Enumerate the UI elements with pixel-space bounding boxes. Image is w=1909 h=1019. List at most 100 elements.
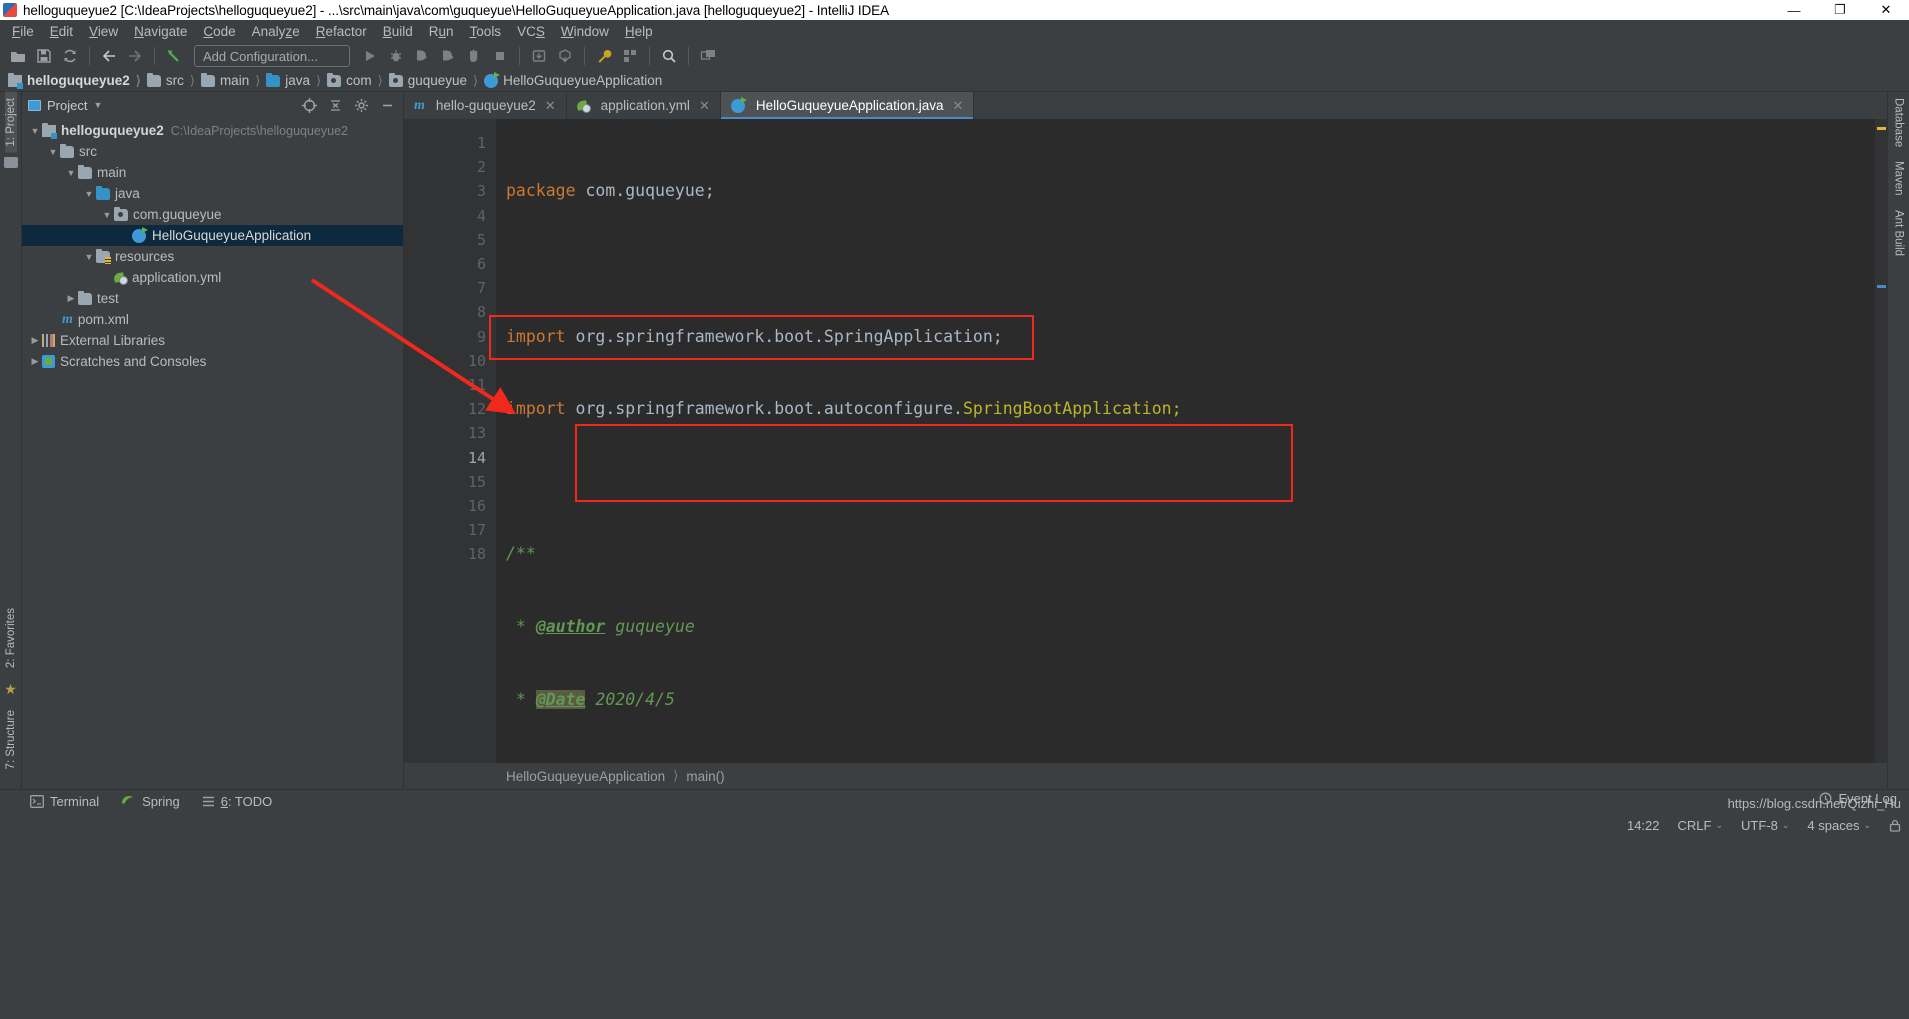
status-indent[interactable]: 4 spaces ⌄ — [1807, 818, 1871, 833]
expand-arrow-icon[interactable]: ▼ — [46, 147, 60, 157]
tab-close-icon[interactable]: ✕ — [699, 98, 710, 114]
menu-file[interactable]: File — [4, 22, 42, 41]
settings-wrench-icon[interactable] — [592, 44, 616, 68]
tree-item-test[interactable]: ▶ test — [22, 288, 403, 309]
editor-gutter[interactable]: 1 2 3 4 5 6 7 8 9 10 11 12 13 14 15 16 1… — [404, 119, 496, 763]
collapse-arrow-icon[interactable]: ▶ — [28, 356, 42, 367]
expand-arrow-icon[interactable]: ▼ — [82, 252, 96, 262]
profile-icon[interactable] — [436, 44, 460, 68]
code-editor[interactable]: 1 2 3 4 5 6 7 8 9 10 11 12 13 14 15 16 1… — [404, 119, 1887, 763]
breadcrumb-item-class[interactable]: HelloGuqueyueApplication — [484, 71, 662, 88]
expand-arrow-icon[interactable]: ▼ — [100, 210, 114, 220]
rail-tab-structure[interactable]: 7: Structure — [5, 704, 17, 775]
update-project-icon[interactable] — [527, 44, 551, 68]
toolbar-separator — [584, 47, 585, 65]
menu-analyze[interactable]: Analyze — [244, 22, 308, 41]
tree-item-application-yml[interactable]: application.yml — [22, 267, 403, 288]
commit-icon[interactable] — [553, 44, 577, 68]
tree-item-pom-xml[interactable]: m pom.xml — [22, 309, 403, 330]
tab-application-yml[interactable]: application.yml ✕ — [566, 92, 721, 119]
minimize-button[interactable]: — — [1771, 0, 1817, 20]
tab-close-icon[interactable]: ✕ — [952, 98, 963, 114]
menu-view[interactable]: View — [81, 22, 126, 41]
breadcrumb-item-com[interactable]: com ⟩ — [327, 72, 389, 89]
tree-item-main[interactable]: ▼ main — [22, 162, 403, 183]
close-button[interactable]: ✕ — [1863, 0, 1909, 20]
tool-window-todo[interactable]: 6: TODO — [202, 794, 272, 809]
rail-tab-project[interactable]: 1: Project — [4, 92, 17, 153]
tree-item-java[interactable]: ▼ java — [22, 183, 403, 204]
menu-refactor[interactable]: Refactor — [308, 22, 375, 41]
menu-navigate[interactable]: Navigate — [126, 22, 195, 41]
window-controls[interactable]: — ❐ ✕ — [1771, 0, 1909, 20]
tab-helloguqueyueapplication-java[interactable]: HelloGuqueyueApplication.java ✕ — [720, 92, 975, 119]
run-with-coverage-icon[interactable] — [410, 44, 434, 68]
rail-tab-maven[interactable]: Maven — [1893, 161, 1905, 196]
settings-gear-icon[interactable] — [351, 95, 371, 115]
tree-item-com-guqueyue[interactable]: ▼ com.guqueyue — [22, 204, 403, 225]
favorites-star-icon[interactable]: ★ — [4, 681, 17, 698]
maximize-button[interactable]: ❐ — [1817, 0, 1863, 20]
tree-item-external-libraries[interactable]: ▶ External Libraries — [22, 330, 403, 351]
open-project-icon[interactable] — [6, 44, 30, 68]
sync-refresh-icon[interactable] — [58, 44, 82, 68]
project-file-tree[interactable]: ▼ helloguqueyue2 C:\IdeaProjects\hellogu… — [22, 118, 403, 789]
breadcrumb-item-main[interactable]: main ⟩ — [200, 72, 266, 89]
project-structure-icon[interactable] — [618, 44, 642, 68]
run-icon[interactable] — [358, 44, 382, 68]
rail-tab-ant-build[interactable]: Ant Build — [1893, 210, 1905, 256]
tree-item-helloguqueyue2[interactable]: ▼ helloguqueyue2 C:\IdeaProjects\hellogu… — [22, 120, 403, 141]
breadcrumb-item-module[interactable]: helloguqueyue2 ⟩ — [8, 72, 147, 89]
rail-tab-database[interactable]: Database — [1893, 98, 1905, 147]
search-everywhere-icon[interactable] — [657, 44, 681, 68]
expand-arrow-icon[interactable]: ▼ — [28, 126, 42, 136]
breadcrumb-item-src[interactable]: src ⟩ — [146, 72, 201, 89]
last-edit-location-icon[interactable] — [162, 44, 186, 68]
code-text-area[interactable]: package com.guqueyue; import org.springf… — [496, 119, 1875, 763]
menu-build[interactable]: Build — [375, 22, 421, 41]
status-lock-icon[interactable] — [1889, 819, 1901, 832]
scroll-from-source-icon[interactable] — [299, 95, 319, 115]
back-arrow-icon[interactable] — [97, 44, 121, 68]
status-line-separator[interactable]: CRLF ⌄ — [1678, 818, 1724, 833]
menu-tools[interactable]: Tools — [462, 22, 510, 41]
attach-process-icon[interactable] — [462, 44, 486, 68]
stop-icon[interactable] — [488, 44, 512, 68]
menu-run[interactable]: Run — [421, 22, 462, 41]
breadcrumb-item-guqueyue[interactable]: guqueyue ⟩ — [388, 72, 484, 89]
hide-panel-icon[interactable] — [377, 95, 397, 115]
collapse-arrow-icon[interactable]: ▶ — [28, 335, 42, 346]
menu-help[interactable]: Help — [617, 22, 661, 41]
structure-folder-icon[interactable] — [3, 156, 18, 168]
forward-arrow-icon[interactable] — [123, 44, 147, 68]
menu-edit[interactable]: Edit — [42, 22, 81, 41]
breadcrumb-item-java[interactable]: java ⟩ — [266, 72, 327, 89]
collapse-arrow-icon[interactable]: ▶ — [64, 293, 78, 304]
tree-item-scratches-and-consoles[interactable]: ▶ Scratches and Consoles — [22, 351, 403, 372]
debug-icon[interactable] — [384, 44, 408, 68]
tool-window-terminal[interactable]: Terminal — [30, 794, 99, 809]
layout-windows-icon[interactable] — [696, 44, 720, 68]
rail-tab-favorites[interactable]: 2: Favorites — [5, 602, 17, 674]
tool-window-label: Spring — [142, 794, 180, 809]
tool-window-spring[interactable]: Spring — [121, 794, 180, 809]
tree-item-src[interactable]: ▼ src — [22, 141, 403, 162]
expand-arrow-icon[interactable]: ▼ — [82, 189, 96, 199]
tree-item-resources[interactable]: ▼ resources — [22, 246, 403, 267]
collapse-all-icon[interactable] — [325, 95, 345, 115]
menu-window[interactable]: Window — [553, 22, 617, 41]
expand-arrow-icon[interactable]: ▼ — [64, 168, 78, 178]
save-all-icon[interactable] — [32, 44, 56, 68]
chevron-down-icon[interactable]: ▼ — [93, 100, 102, 110]
breadcrumb-class[interactable]: HelloGuqueyueApplication — [506, 769, 665, 784]
tab-hello-guqueyue2[interactable]: m hello-guqueyue2 ✕ — [404, 92, 567, 119]
breadcrumb-method[interactable]: main() — [686, 769, 724, 784]
run-configuration-selector[interactable]: Add Configuration... — [194, 45, 350, 67]
menu-vcs[interactable]: VCS — [509, 22, 553, 41]
status-encoding[interactable]: UTF-8 ⌄ — [1741, 818, 1789, 833]
project-panel-title: Project — [47, 97, 88, 113]
menu-code[interactable]: Code — [195, 22, 243, 41]
editor-marker-scrollbar[interactable] — [1875, 119, 1887, 763]
tab-close-icon[interactable]: ✕ — [545, 98, 556, 114]
tree-item-helloguqueyueapplication[interactable]: HelloGuqueyueApplication — [22, 225, 403, 246]
